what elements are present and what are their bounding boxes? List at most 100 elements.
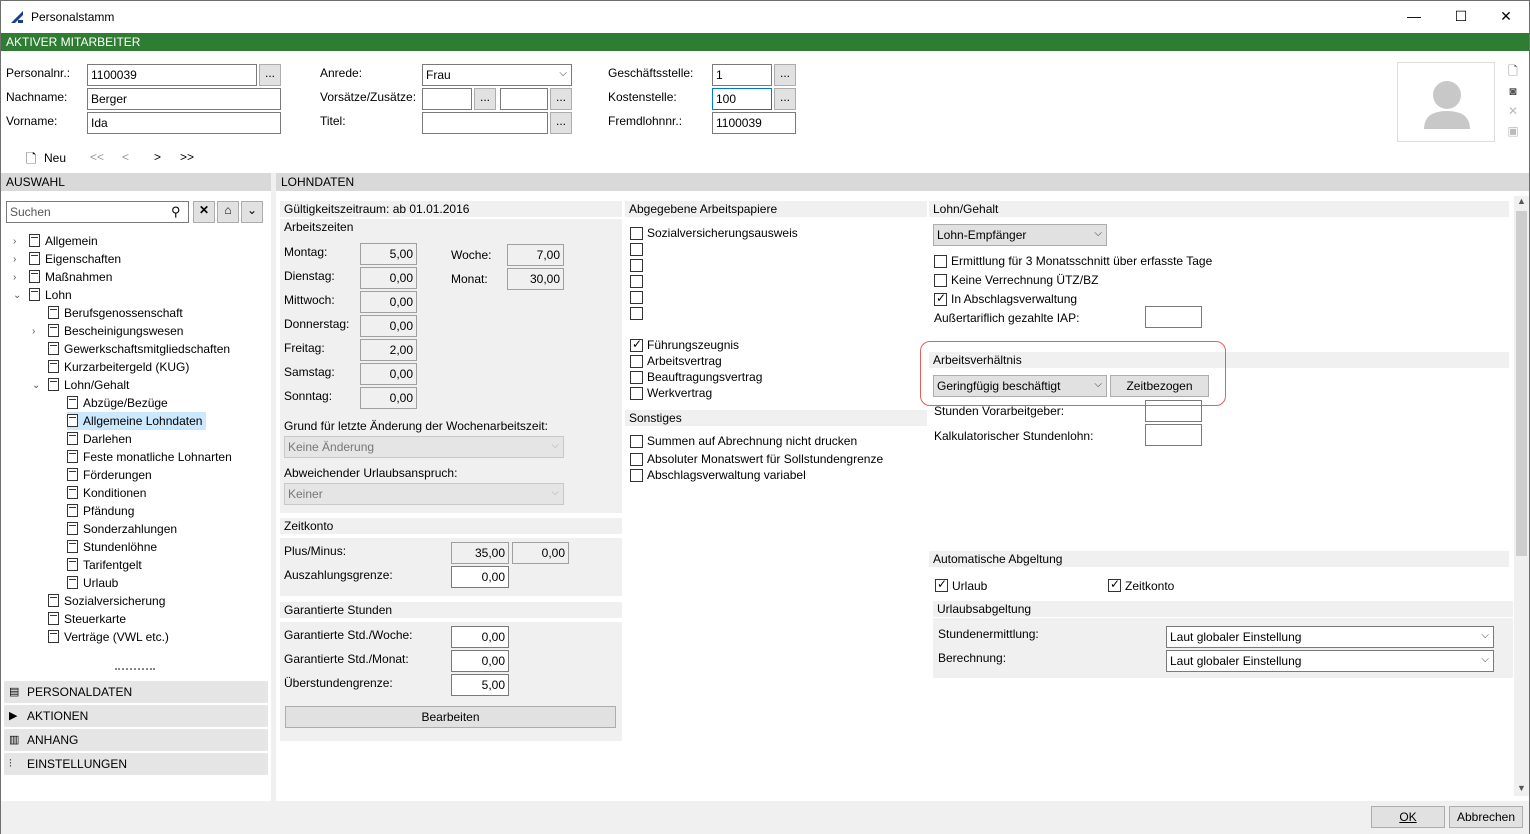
collapse-toggle-icon[interactable]: › (32, 326, 35, 337)
nav-anhang[interactable]: ▥ ANHANG (4, 729, 268, 752)
stundenermittlung-select[interactable]: Laut globaler Einstellung ⌵ (1166, 626, 1494, 648)
tree-item[interactable]: Konditionen (67, 484, 146, 502)
minimize-button[interactable]: — (1391, 1, 1437, 33)
search-input[interactable]: Suchen (6, 201, 189, 223)
garantiert-monat-input[interactable]: 0,00 (451, 650, 509, 672)
checkbox[interactable] (630, 387, 643, 400)
checkbox[interactable] (630, 435, 643, 448)
close-button[interactable]: ✕ (1483, 1, 1529, 33)
checkbox[interactable] (934, 255, 947, 268)
maximize-button[interactable]: ☐ (1438, 1, 1484, 33)
checkbox[interactable] (934, 291, 947, 306)
vorsatz-input[interactable] (422, 88, 472, 110)
checkbox[interactable] (934, 274, 947, 287)
tree-item[interactable]: Feste monatliche Lohnarten (67, 448, 232, 466)
kostenstelle-lookup-button[interactable]: ... (774, 88, 796, 110)
nav-aktionen[interactable]: ▶ AKTIONEN (4, 705, 268, 728)
tree-item[interactable]: Maßnahmen (29, 268, 112, 286)
avatar[interactable] (1397, 62, 1495, 142)
collapse-toggle-icon[interactable]: › (13, 272, 16, 283)
checkbox[interactable] (630, 453, 643, 466)
vertical-scrollbar[interactable]: ▲ ▼ (1514, 196, 1529, 796)
tree-item[interactable]: Gewerkschaftsmitgliedschaften (48, 340, 230, 358)
vorsatz-lookup-button[interactable]: ... (474, 88, 496, 110)
tree-item[interactable]: Kurzarbeitergeld (KUG) (48, 358, 189, 376)
zusatz-input[interactable] (500, 88, 548, 110)
tree-item[interactable]: Allgemeine Lohndaten (67, 412, 207, 430)
vorname-input[interactable]: Ida (87, 112, 281, 134)
clear-search-button[interactable]: ✕ (193, 201, 215, 223)
auto-urlaub-checkbox[interactable] (935, 577, 948, 592)
expand-toggle-icon[interactable]: ⌄ (13, 290, 21, 301)
tree-item[interactable]: Stundenlöhne (67, 538, 157, 556)
tree-item[interactable]: Lohn (29, 286, 72, 304)
tree-item[interactable]: Verträge (VWL etc.) (48, 628, 169, 646)
collapse-toggle-icon[interactable]: › (13, 254, 16, 265)
scroll-up-icon[interactable]: ▲ (1517, 196, 1526, 206)
collapse-toggle-icon[interactable]: › (13, 236, 16, 247)
garantiert-woche-input[interactable]: 0,00 (451, 626, 509, 648)
tree-item[interactable]: Berufsgenossenschaft (48, 304, 183, 322)
checkbox[interactable] (630, 355, 643, 368)
nachname-input[interactable]: Berger (87, 88, 281, 110)
tree-item[interactable]: Förderungen (67, 466, 152, 484)
tree-item[interactable]: Darlehen (67, 430, 132, 448)
checkbox[interactable] (630, 243, 643, 256)
checkbox[interactable] (630, 291, 643, 304)
checkbox[interactable] (630, 469, 643, 482)
grund-select[interactable]: Keine Änderung ⌵ (284, 436, 564, 458)
tree-item[interactable]: Tarifentgelt (67, 556, 142, 574)
berechnung-select[interactable]: Laut globaler Einstellung ⌵ (1166, 650, 1494, 672)
checkbox[interactable] (630, 227, 643, 240)
search-icon[interactable]: ⚲ (171, 204, 181, 220)
nav-personaldaten[interactable]: ▤ PERSONALDATEN (4, 681, 268, 704)
fremdlohnnr-input[interactable]: 1100039 (712, 112, 796, 134)
auto-zeitkonto-checkbox[interactable] (1108, 577, 1121, 592)
geschaeftsstelle-lookup-button[interactable]: ... (774, 64, 796, 86)
checkbox[interactable] (630, 307, 643, 320)
ueberstunden-input[interactable]: 5,00 (451, 674, 509, 696)
tree-item[interactable]: Steuerkarte (48, 610, 126, 628)
camera-icon[interactable]: ◙ (1506, 84, 1520, 98)
tree-item[interactable]: Sonderzahlungen (67, 520, 177, 538)
lohngehalt-select[interactable]: Lohn-Empfänger ⌵ (933, 224, 1107, 246)
expand-toggle-icon[interactable]: ⌄ (32, 380, 40, 391)
checkbox[interactable] (630, 275, 643, 288)
previous-record-button[interactable]: < (122, 150, 129, 164)
bearbeiten-button[interactable]: Bearbeiten (285, 706, 616, 728)
collapse-all-icon[interactable]: ⌄ (241, 201, 263, 223)
ok-button[interactable]: OK (1371, 806, 1445, 828)
urlaub-select[interactable]: Keiner ⌵ (284, 483, 564, 505)
personalnr-input[interactable]: 1100039 (87, 64, 257, 86)
personalnr-lookup-button[interactable]: ... (259, 64, 281, 86)
iap-input[interactable] (1145, 306, 1202, 328)
new-button[interactable]: Neu (44, 151, 66, 165)
next-record-button[interactable]: > (154, 150, 161, 164)
splitter-handle[interactable] (115, 668, 155, 672)
kostenstelle-input[interactable]: 100 (712, 88, 772, 110)
titel-lookup-button[interactable]: ... (550, 112, 572, 134)
home-icon[interactable]: ⌂ (217, 201, 239, 223)
kalk-input[interactable] (1145, 424, 1202, 446)
new-document-icon[interactable]: 🗋 (1506, 64, 1520, 78)
checkbox[interactable] (630, 371, 643, 384)
zusatz-lookup-button[interactable]: ... (550, 88, 572, 110)
nav-einstellungen[interactable]: ⫶ EINSTELLUNGEN (4, 753, 268, 776)
last-record-button[interactable]: >> (180, 150, 194, 164)
tree-item[interactable]: Sozialversicherung (48, 592, 165, 610)
tree-item[interactable]: Abzüge/Bezüge (67, 394, 168, 412)
first-record-button[interactable]: << (90, 150, 104, 164)
tree-item[interactable]: Allgemein (29, 232, 98, 250)
tree-item[interactable]: Pfändung (67, 502, 134, 520)
tree-item[interactable]: Bescheinigungswesen (48, 322, 183, 340)
scroll-thumb[interactable] (1516, 211, 1527, 556)
delete-icon[interactable]: ✕ (1506, 104, 1520, 118)
save-icon[interactable]: ▣ (1506, 124, 1520, 138)
scroll-down-icon[interactable]: ▼ (1517, 783, 1526, 793)
anrede-select[interactable]: Frau ⌵ (422, 64, 572, 86)
auszahlung-input[interactable]: 0,00 (451, 566, 509, 588)
checkbox[interactable] (630, 337, 643, 352)
cancel-button[interactable]: Abbrechen (1449, 806, 1523, 828)
tree-item[interactable]: Lohn/Gehalt (48, 376, 129, 394)
titel-input[interactable] (422, 112, 548, 134)
